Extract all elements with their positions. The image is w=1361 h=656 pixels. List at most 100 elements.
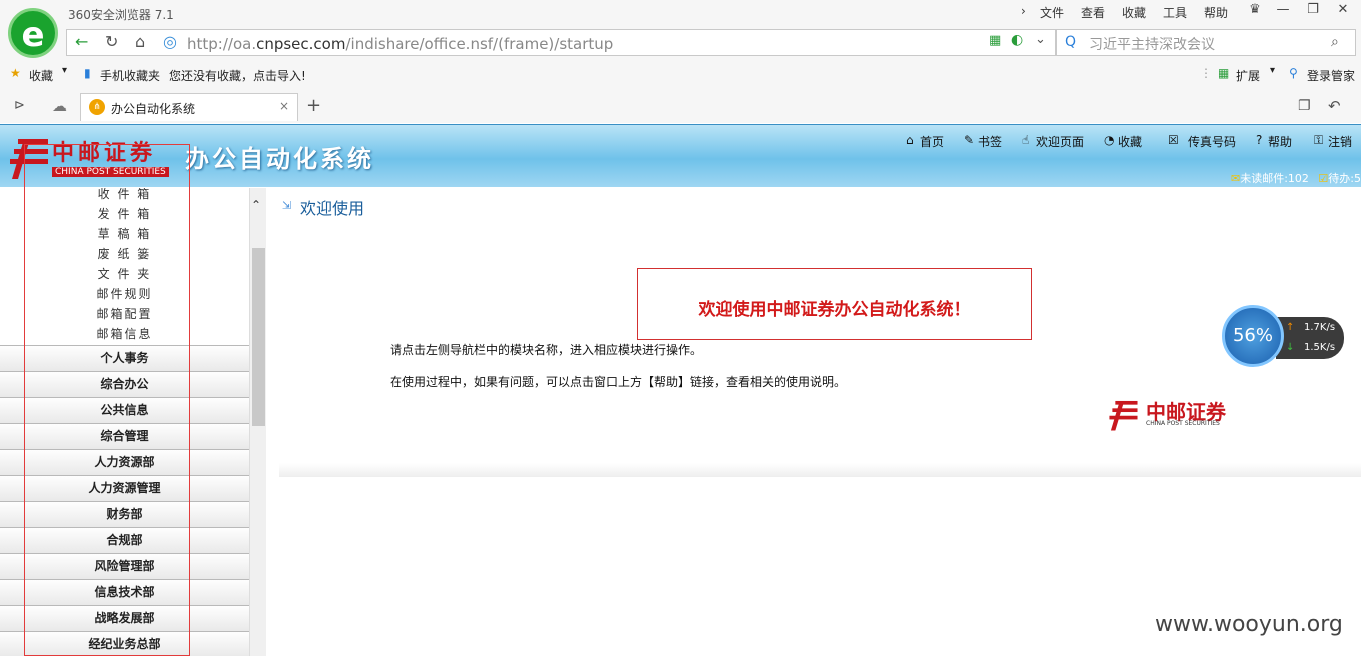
memory-gauge[interactable]: 56% (1222, 305, 1284, 367)
back-icon[interactable]: ← (75, 32, 88, 51)
nav-module-item[interactable]: 合规部 (0, 527, 249, 553)
fax-icon: ☒ (1168, 133, 1179, 147)
compat-mode-icon[interactable]: ◐ (1011, 32, 1023, 48)
chevron-down-icon[interactable]: ⌄ (1035, 32, 1046, 47)
nav-module-item[interactable]: 个人事务 (0, 345, 249, 371)
bookmark-icon: ✎ (964, 133, 975, 147)
cloud-icon[interactable]: ☁ (52, 97, 67, 115)
search-input[interactable]: 习近平主持深改会议 (1089, 34, 1215, 54)
nav-module-item[interactable]: 公共信息 (0, 397, 249, 423)
browser-logo-icon: e (8, 8, 58, 58)
topnav-welcome[interactable]: 欢迎页面 (1036, 133, 1084, 150)
mailbox-item[interactable]: 文 件 夹 (0, 265, 249, 282)
menu-file[interactable]: 文件 (1040, 4, 1064, 21)
speed-panel: ↑ 1.7K/s ↓ 1.5K/s (1276, 317, 1344, 359)
site-favicon-icon: ⋔ (89, 99, 105, 115)
nav-module-item[interactable]: 财务部 (0, 501, 249, 527)
chevron-right-icon[interactable]: › (1021, 4, 1026, 18)
company-name: 中邮证券 (52, 141, 157, 166)
instruction-text-2: 在使用过程中，如果有问题，可以点击窗口上方【帮助】链接，查看相关的使用说明。 (390, 375, 847, 389)
nav-module-item[interactable]: 人力资源管理 (0, 475, 249, 501)
search-icon[interactable]: ⌕ (1331, 34, 1339, 50)
nav-module-item[interactable]: 信息技术部 (0, 579, 249, 605)
tab-title: 办公自动化系统 (111, 102, 196, 116)
menu-favorites[interactable]: 收藏 (1122, 4, 1146, 21)
todo-link[interactable]: 待办:5 (1328, 172, 1361, 185)
qrcode-icon[interactable]: ▦ (989, 33, 1001, 48)
refresh-icon[interactable]: ↻ (105, 32, 118, 51)
phone-icon: ▮ (84, 66, 91, 80)
mail-status: ✉未读邮件:102 ☑待办:5 (1231, 170, 1361, 186)
bookmark-bar: ★ 收藏 ▾ ▮ 手机收藏夹 您还没有收藏，点击导入! ⋮ ▦ 扩展 ▾ ⚲ 登… (0, 62, 1361, 88)
topnav-logout[interactable]: 注销 (1328, 133, 1352, 150)
search-engine-icon[interactable]: Q (1065, 34, 1076, 50)
user-icon: ⚲ (1289, 66, 1298, 80)
caret-down-icon[interactable]: ▾ (62, 65, 67, 76)
arrows-icon: ⇲ (282, 199, 292, 212)
favorites-button[interactable]: 收藏 (29, 67, 53, 84)
unread-mail-link[interactable]: 未读邮件:102 (1240, 172, 1309, 185)
tab-list-icon[interactable]: ❐ (1298, 98, 1311, 114)
skin-icon[interactable]: ♛ (1240, 0, 1270, 20)
todo-icon: ☑ (1318, 172, 1329, 185)
help-icon: ? (1256, 133, 1263, 147)
nav-module-item[interactable]: 经纪业务总部 (0, 631, 249, 656)
nav-module-item[interactable]: 风险管理部 (0, 553, 249, 579)
nav-module-item[interactable]: 人力资源部 (0, 449, 249, 475)
key-icon: ⚿ (1314, 133, 1324, 147)
nav-module-item[interactable]: 战略发展部 (0, 605, 249, 631)
network-speed-widget[interactable]: ↑ 1.7K/s ↓ 1.5K/s 56% (1222, 305, 1344, 369)
maximize-button[interactable]: ❐ (1298, 0, 1328, 20)
company-english-name: CHINA POST SECURITIES (52, 167, 169, 177)
extensions-button[interactable]: 扩展 (1236, 67, 1260, 84)
login-button[interactable]: 登录管家 (1307, 67, 1355, 84)
minimize-button[interactable]: — (1268, 0, 1298, 20)
mailbox-item[interactable]: 邮件规则 (0, 285, 249, 302)
nav-module-item[interactable]: 综合管理 (0, 423, 249, 449)
topnav-favorites[interactable]: 收藏 (1118, 133, 1142, 150)
hand-icon: ☝ (1022, 133, 1030, 147)
mailbox-item[interactable]: 草 稿 箱 (0, 225, 249, 242)
security-icon: ◎ (163, 32, 177, 51)
mailbox-item[interactable]: 邮箱信息 (0, 325, 249, 342)
upload-icon: ↑ (1286, 322, 1295, 333)
brand-logo-icon (1109, 400, 1138, 431)
mailbox-item[interactable]: 邮箱配置 (0, 305, 249, 322)
search-box[interactable]: Q 习近平主持深改会议 ⌕ (1056, 29, 1356, 56)
topnav-fax[interactable]: 传真号码 (1188, 133, 1236, 150)
extension-icon: ▦ (1218, 66, 1230, 80)
download-icon: ↓ (1286, 342, 1295, 353)
menu-help[interactable]: 帮助 (1204, 4, 1228, 21)
scroll-up-icon[interactable]: ⌃ (251, 198, 261, 212)
sidebar-toggle-icon[interactable]: ⊳ (14, 98, 25, 113)
undo-close-icon[interactable]: ↶ (1328, 97, 1341, 115)
left-nav-scrollbar[interactable]: ⌃ (249, 188, 266, 656)
scroll-thumb[interactable] (252, 248, 265, 426)
left-navigation: 收 件 箱发 件 箱草 稿 箱废 纸 篓文 件 夹邮件规则邮箱配置邮箱信息个人事… (0, 188, 249, 656)
menu-tools[interactable]: 工具 (1163, 4, 1187, 21)
mailbox-item[interactable]: 收 件 箱 (0, 188, 249, 202)
import-favorites-link[interactable]: 您还没有收藏，点击导入! (169, 67, 306, 84)
mobile-favorites-link[interactable]: 手机收藏夹 (100, 67, 160, 84)
topnav-home[interactable]: 首页 (920, 133, 944, 150)
mailbox-item[interactable]: 发 件 箱 (0, 205, 249, 222)
browser-chrome: e 360安全浏览器 7.1 › 文件 查看 收藏 工具 帮助 ♛ — ❐ ✕ … (0, 0, 1361, 123)
close-tab-icon[interactable]: × (279, 99, 289, 113)
address-bar[interactable]: ← ↻ ⌂ ◎ http://oa.cnpsec.com/indishare/o… (66, 29, 1056, 56)
browser-title: 360安全浏览器 7.1 (68, 8, 174, 22)
menu-view[interactable]: 查看 (1081, 4, 1105, 21)
tab-bar: ⊳ ☁ ⋔ 办公自动化系统 × + ❐ ↶ (0, 93, 1361, 123)
topnav-help[interactable]: 帮助 (1268, 133, 1292, 150)
mail-icon: ✉ (1230, 172, 1241, 185)
app-header: 中邮证券 CHINA POST SECURITIES 办公自动化系统 ⌂ 首页 … (0, 124, 1361, 187)
close-button[interactable]: ✕ (1328, 0, 1358, 20)
caret-down-icon[interactable]: ▾ (1270, 65, 1275, 76)
mailbox-item[interactable]: 废 纸 篓 (0, 245, 249, 262)
topnav-bookmarks[interactable]: 书签 (978, 133, 1002, 150)
tab-active[interactable]: ⋔ 办公自动化系统 × (80, 93, 298, 121)
new-tab-button[interactable]: + (306, 95, 321, 116)
nav-module-item[interactable]: 综合办公 (0, 371, 249, 397)
home-icon[interactable]: ⌂ (135, 32, 145, 51)
url-text[interactable]: http://oa.cnpsec.com/indishare/office.ns… (187, 35, 613, 53)
more-icon[interactable]: ⋮ (1200, 66, 1212, 80)
